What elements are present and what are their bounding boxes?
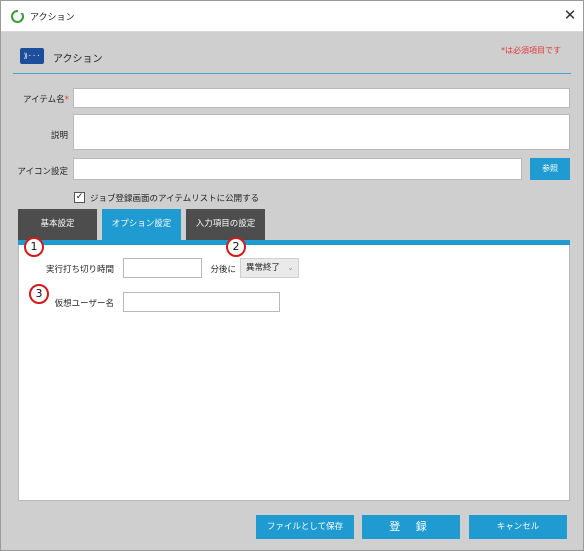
description-label: 説明 xyxy=(50,131,68,141)
options-panel xyxy=(18,245,570,501)
header-divider xyxy=(13,73,571,74)
publish-checkbox-label: ジョブ登録画面のアイテムリストに公開する xyxy=(90,194,260,204)
tab-input-settings[interactable]: 入力項目の設定 xyxy=(186,209,265,240)
annotation-marker-3: 3 xyxy=(29,284,49,304)
tab-basic-settings[interactable]: 基本設定 xyxy=(18,209,97,240)
browse-button[interactable]: 参照 xyxy=(530,158,570,180)
register-button[interactable]: 登 録 xyxy=(362,515,460,539)
timeout-action-value: 異常終了 xyxy=(246,263,281,273)
save-as-file-button[interactable]: ファイルとして保存 xyxy=(256,515,354,539)
virtual-user-input[interactable] xyxy=(123,292,280,312)
action-icon: ⟫··· xyxy=(20,48,44,64)
virtual-user-label: 仮想ユーザー名 xyxy=(54,299,114,309)
item-name-label: アイテム名* xyxy=(23,95,69,105)
icon-setting-label: アイコン設定 xyxy=(17,167,68,177)
window-title: アクション xyxy=(30,13,75,23)
close-icon[interactable]: ✕ xyxy=(562,6,578,24)
timeout-unit-label: 分後に xyxy=(210,265,236,275)
annotation-marker-2: 2 xyxy=(226,237,246,257)
timeout-action-select[interactable]: 異常終了 ⌄ xyxy=(240,258,299,278)
timeout-label: 実行打ち切り時間 xyxy=(45,265,114,275)
annotation-marker-1: 1 xyxy=(24,237,44,257)
icon-setting-input[interactable] xyxy=(73,158,522,180)
required-mark: * xyxy=(64,95,69,105)
chevron-down-icon: ⌄ xyxy=(287,263,294,272)
description-input[interactable] xyxy=(73,114,570,150)
tab-option-settings[interactable]: オプション設定 xyxy=(102,209,181,240)
required-note: *は必須項目です xyxy=(501,46,561,55)
app-logo-icon xyxy=(11,8,24,23)
cancel-button[interactable]: キャンセル xyxy=(469,515,567,539)
title-bar: アクション ✕ xyxy=(1,1,583,32)
publish-checkbox[interactable]: ✓ xyxy=(74,192,85,203)
timeout-input[interactable] xyxy=(123,258,202,278)
action-dialog: アクション ✕ ⟫··· アクション *は必須項目です アイテム名* 説明 アイ… xyxy=(0,0,584,551)
item-name-input[interactable] xyxy=(73,88,570,108)
page-title: アクション xyxy=(53,54,103,65)
